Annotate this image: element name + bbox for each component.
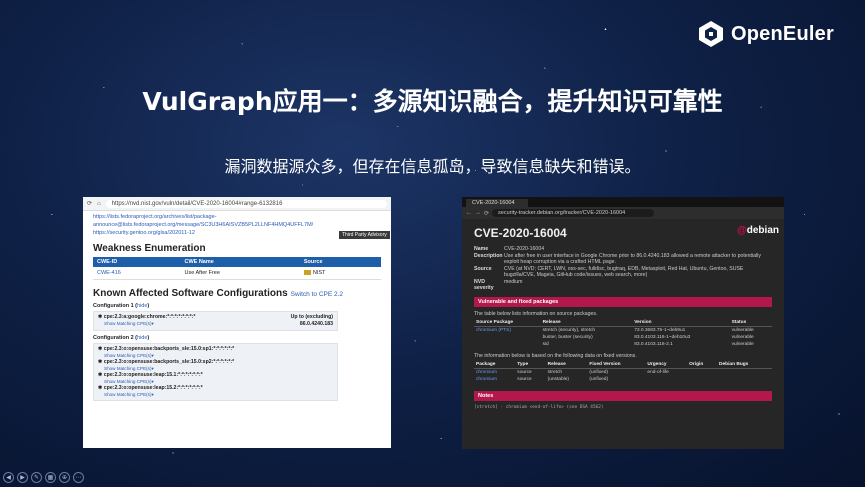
- debian-logo: @debian: [737, 225, 779, 236]
- cpe-row: ✱ cpe:2.3:a:google:chrome:*:*:*:*:*:*:*:…: [98, 314, 333, 320]
- slideshow-controls: ◀ ▶ ✎ ▦ ⊕ ⋯: [3, 472, 84, 483]
- weakness-heading: Weakness Enumeration: [93, 243, 206, 254]
- notes-text: [stretch] - chromium <end-of-life> (see …: [474, 404, 604, 410]
- openeuler-logo: OpenEuler: [697, 20, 834, 48]
- kasc-heading: Known Affected Software Configurations Sw…: [93, 288, 344, 299]
- cpe-row: ✱ cpe:2.3:o:opensuse:leap:15.2:*:*:*:*:*…: [98, 385, 203, 391]
- table-row: chromium (PTS) stretch (security), stret…: [476, 327, 754, 333]
- cwe-name: Use After Free: [180, 267, 300, 280]
- upto-label: Up to (excluding): [290, 314, 333, 320]
- col-source: Source: [299, 257, 381, 267]
- table-row: chromium source stretch (unfixed) end-of-…: [476, 369, 669, 375]
- config-1-title: Configuration 1 (hide): [93, 303, 150, 309]
- slides-grid-icon[interactable]: ▦: [45, 472, 56, 483]
- table-row: sid 83.0.4103.116-2.1 vulnerable: [542, 341, 754, 347]
- brand-name: OpenEuler: [731, 22, 834, 45]
- vulnerable-packages-bar: Vulnerable and fixed packages: [474, 296, 772, 307]
- col-cwe-name: CWE Name: [180, 257, 300, 267]
- cpe-row: ✱ cpe:2.3:o:opensuse:backports_sle:15.0:…: [98, 359, 235, 365]
- upto-value: 86.0.4240.183: [299, 321, 333, 327]
- home-icon: ⌂: [97, 200, 101, 207]
- package-link[interactable]: chromium: [476, 377, 497, 382]
- col-cwe-id: CWE-ID: [93, 257, 181, 267]
- zoom-icon[interactable]: ⊕: [59, 472, 70, 483]
- hide-link[interactable]: hide: [137, 303, 147, 309]
- table-row: buster, buster (security) 83.0.4103.116-…: [542, 334, 754, 340]
- nist-flag-icon: [303, 270, 311, 276]
- debian-address-bar[interactable]: security-tracker.debian.org/tracker/CVE-…: [492, 209, 655, 217]
- switch-cpe-link[interactable]: Switch to CPE 2.2: [291, 291, 343, 298]
- source-row: Source CVE (at NVD; CERT, LWN, oss-sec, f…: [474, 266, 772, 279]
- previous-slide-icon[interactable]: ◀: [3, 472, 14, 483]
- slide-subtitle: 漏洞数据源众多，但存在信息孤岛，导致信息缺失和错误。: [224, 157, 641, 176]
- description-row: Description Use after free in user interf…: [474, 252, 761, 266]
- debian-swirl-icon: @: [737, 225, 747, 236]
- severity-row: NVD severity medium: [474, 278, 523, 292]
- cve-heading: CVE-2020-16004: [474, 226, 567, 240]
- reload-icon[interactable]: ⟳: [484, 210, 489, 217]
- show-matching-link[interactable]: Show Matching CPE(s)▾: [104, 392, 333, 398]
- debian-browser-bar: ← → ⟳ security-tracker.debian.org/tracke…: [462, 207, 784, 219]
- forward-icon[interactable]: →: [475, 210, 481, 216]
- openeuler-cube-icon: [699, 21, 723, 47]
- source-links[interactable]: CVE (at NVD; CERT, LWN, oss-sec, fulldis…: [504, 266, 772, 279]
- nvd-browser-bar: ⟳ ⌂ https://nvd.nist.gov/vuln/detail/CVE…: [83, 197, 391, 211]
- weakness-table: CWE-ID CWE Name Source CWE-416 Use After…: [93, 257, 381, 280]
- cpe-row: ✱ cpe:2.3:o:opensuse:backports_sle:15.0:…: [98, 346, 235, 352]
- fixed-versions-table: Package Type Release Fixed Version Urgency…: [474, 360, 772, 383]
- nvd-address-bar[interactable]: https://nvd.nist.gov/vuln/detail/CVE-202…: [105, 199, 387, 208]
- config-1-box: ✱ cpe:2.3:a:google:chrome:*:*:*:*:*:*:*:…: [93, 311, 338, 331]
- source-package-table: Source Package Release Version Status chro…: [474, 318, 772, 348]
- pen-icon[interactable]: ✎: [31, 472, 42, 483]
- next-slide-icon[interactable]: ▶: [17, 472, 28, 483]
- fixed-note: The information below is based on the fo…: [474, 352, 637, 359]
- cpe-row: ✱ cpe:2.3:o:opensuse:leap:15.1:*:*:*:*:*…: [98, 372, 203, 378]
- slide-title: VulGraph应用一：多源知识融合，提升知识可靠性: [142, 87, 723, 116]
- more-options-icon[interactable]: ⋯: [73, 472, 84, 483]
- cwe-source: NIST: [299, 267, 381, 280]
- nvd-ref-link-1[interactable]: https://lists.fedoraproject.org/archives…: [93, 213, 381, 221]
- nvd-ref-link-2[interactable]: announce@lists.fedoraproject.org/message…: [93, 221, 381, 229]
- table-row: CWE-416 Use After Free NIST: [93, 267, 381, 280]
- config-2-box: ✱ cpe:2.3:o:opensuse:backports_sle:15.0:…: [93, 343, 338, 401]
- config-2-title: Configuration 2 (hide): [93, 335, 150, 341]
- debian-screenshot: CVE-2020-16004 ← → ⟳ security-tracker.de…: [462, 197, 784, 449]
- show-matching-link[interactable]: Show Matching CPE(s)▾: [104, 321, 154, 328]
- back-icon[interactable]: ←: [466, 210, 472, 216]
- table-row: chromium source (unstable) (unfixed): [476, 376, 609, 382]
- reload-icon: ⟳: [87, 201, 93, 207]
- vuln-note: The table below lists information on sou…: [474, 310, 598, 317]
- notes-bar: Notes: [474, 390, 772, 401]
- third-party-badge: Third Party Advisory: [339, 231, 390, 239]
- cwe-id-link[interactable]: CWE-416: [93, 267, 181, 280]
- nvd-ref-link-3[interactable]: https://security.gentoo.org/glsa/202011-…: [93, 229, 381, 237]
- browser-tab[interactable]: CVE-2020-16004: [466, 199, 528, 207]
- hide-link[interactable]: hide: [137, 335, 147, 341]
- package-link[interactable]: chromium: [476, 370, 497, 375]
- chromium-pts-link[interactable]: chromium (PTS): [476, 328, 511, 333]
